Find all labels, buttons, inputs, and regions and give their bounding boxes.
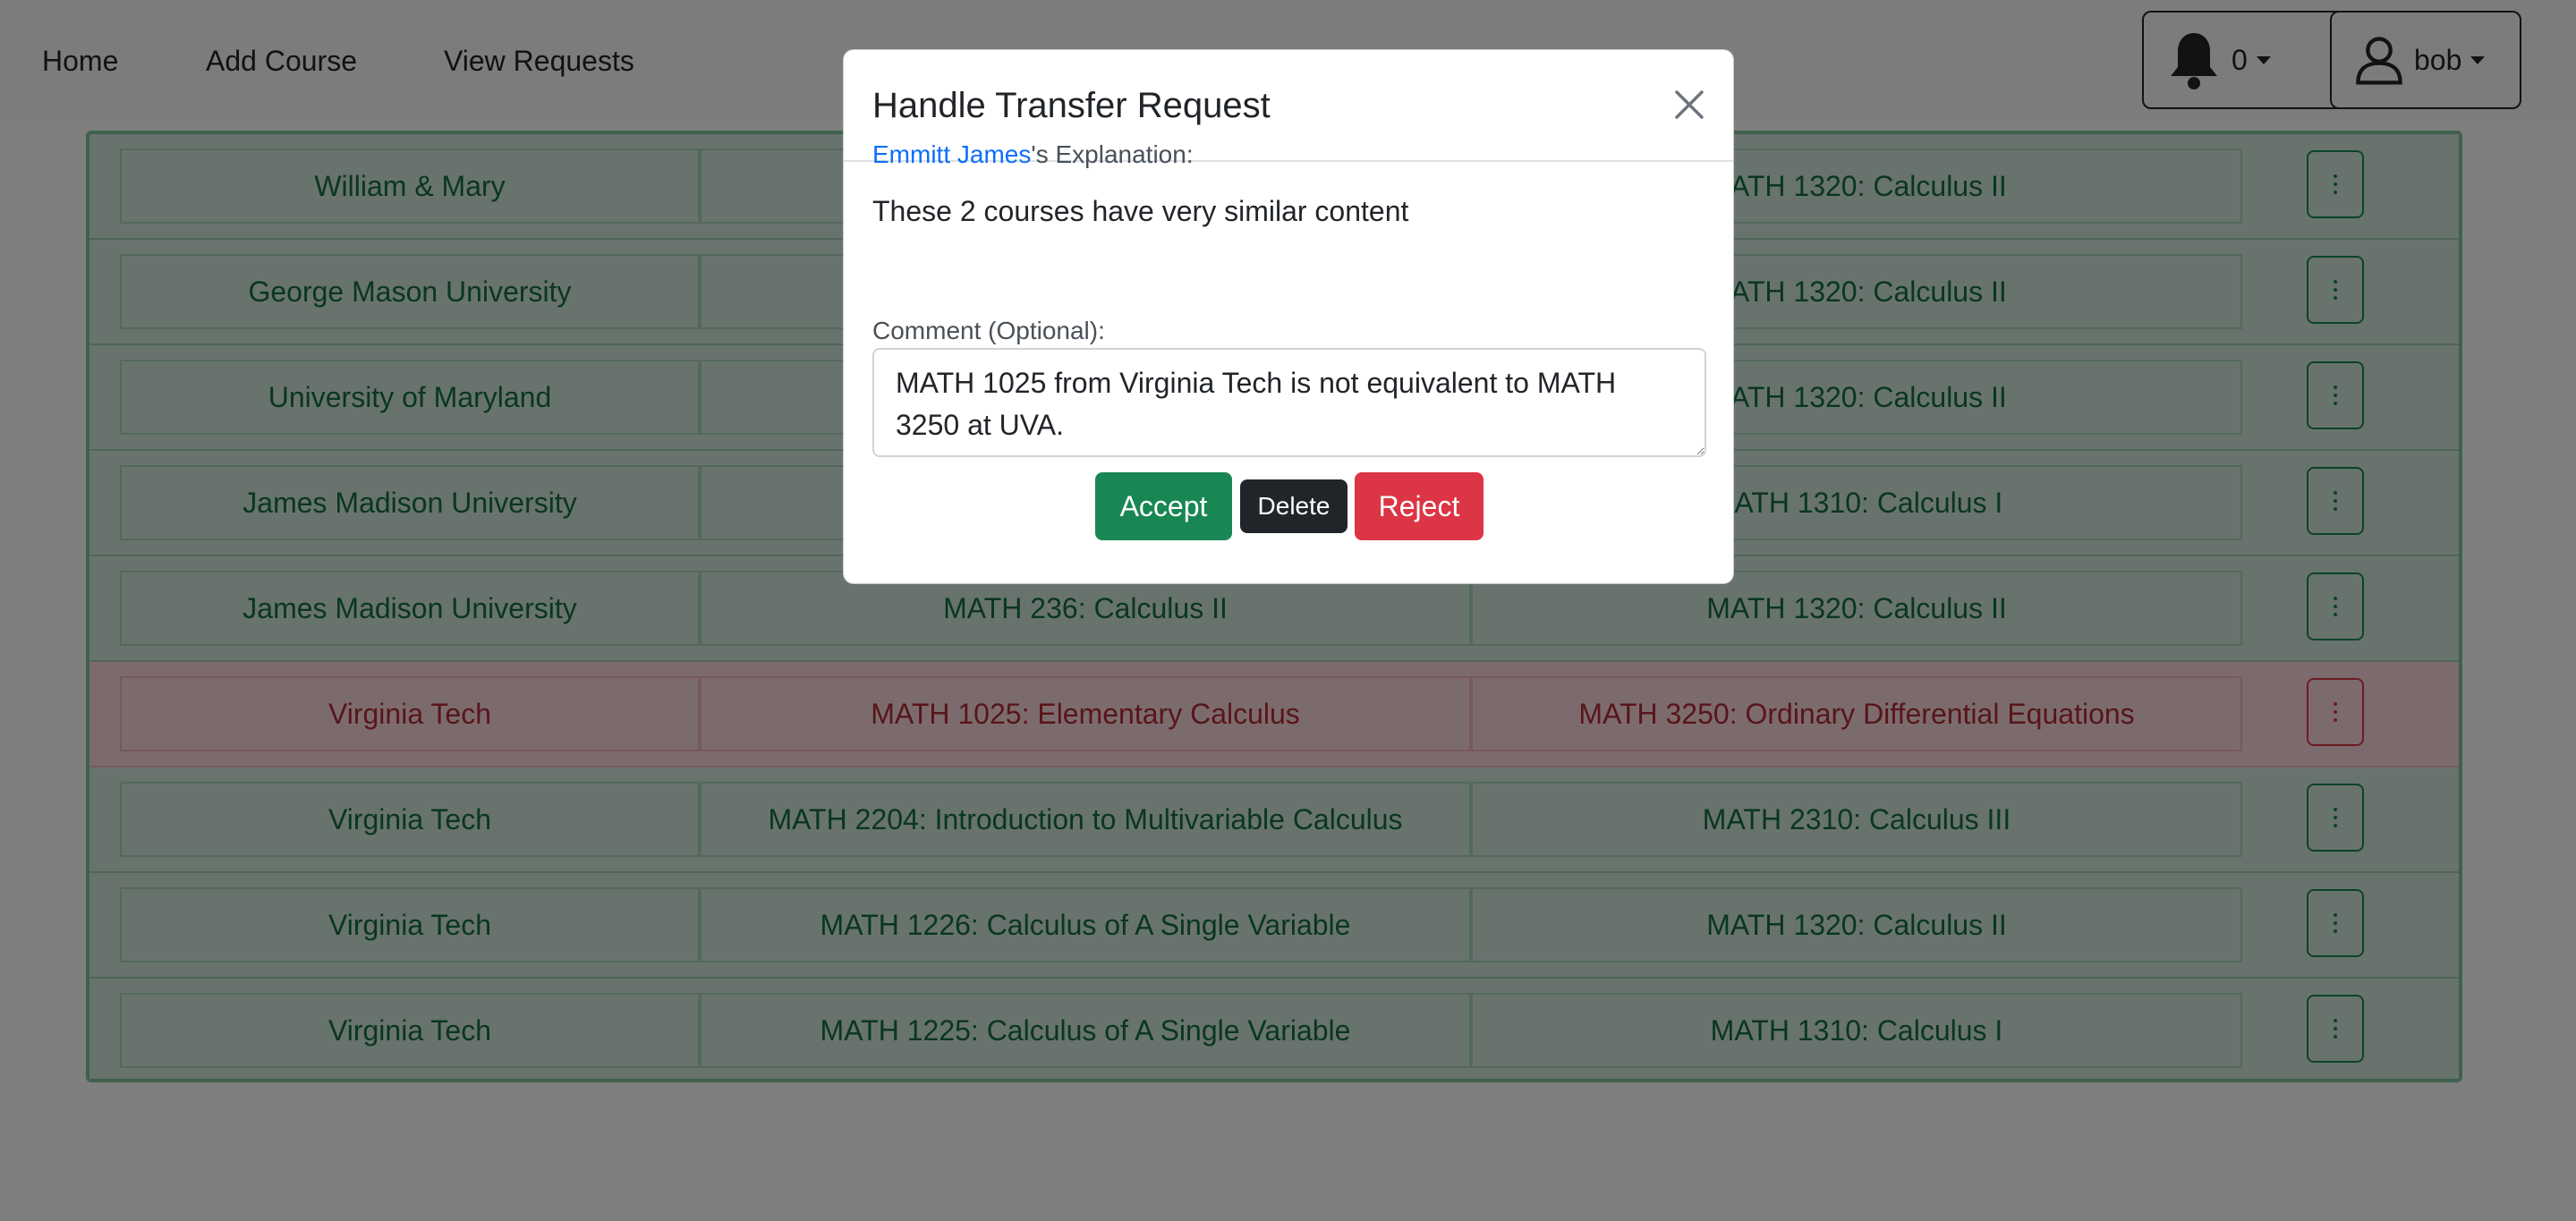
- explanation-label-suffix: 's Explanation:: [1031, 140, 1194, 168]
- reject-button[interactable]: Reject: [1355, 472, 1484, 540]
- modal-title: Handle Transfer Request: [872, 86, 1271, 125]
- comment-label: Comment (Optional):: [872, 317, 1105, 344]
- student-name-link[interactable]: Emmitt James: [872, 140, 1031, 168]
- close-icon[interactable]: [1671, 86, 1708, 123]
- comment-textarea[interactable]: MATH 1025 from Virginia Tech is not equi…: [872, 348, 1706, 457]
- delete-button[interactable]: Delete: [1240, 479, 1348, 533]
- explanation-label: Emmitt James's Explanation:: [872, 140, 1194, 170]
- transfer-request-modal: Handle Transfer Request Emmitt James's E…: [843, 49, 1734, 584]
- accept-button[interactable]: Accept: [1095, 472, 1232, 540]
- explanation-text: These 2 courses have very similar conten…: [872, 195, 1409, 227]
